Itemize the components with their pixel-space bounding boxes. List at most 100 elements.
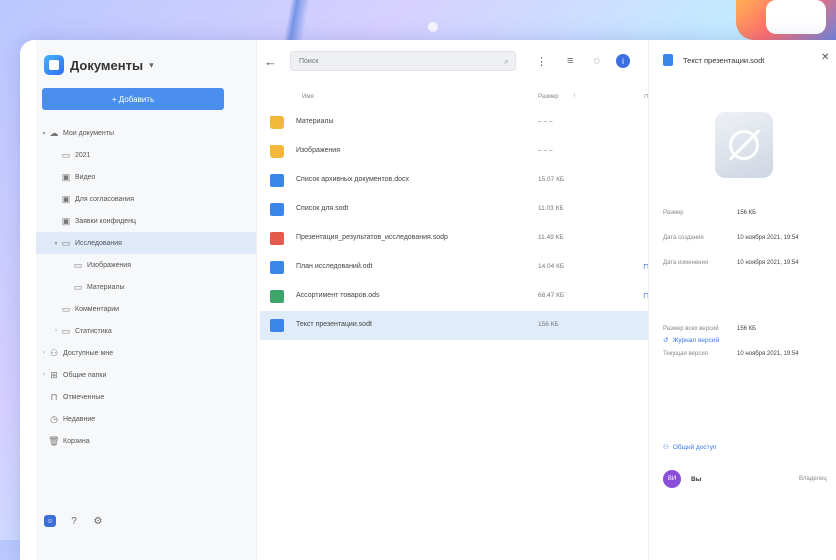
sidebar-item[interactable]: ▭ Изображения <box>36 254 256 276</box>
sidebar-item-label: Изображения <box>87 261 131 269</box>
trash-icon: 🗑 <box>48 435 60 446</box>
expand-arrow-icon[interactable]: › <box>52 328 60 334</box>
sidebar-item-label: Исследования <box>75 239 122 247</box>
file-icon <box>270 261 284 274</box>
sidebar-item[interactable]: ▣ Видео <box>36 166 256 188</box>
version-history-label: Журнал версий <box>672 336 720 344</box>
app-title: Документы <box>70 57 144 73</box>
sidebar-footer: ☺ ? ⚙ <box>44 515 104 527</box>
app-switcher[interactable]: Документы ▾ <box>44 54 154 76</box>
folder-icon: ▭ <box>73 259 83 270</box>
info-icon[interactable]: i <box>615 54 630 68</box>
avatar: ВИ <box>663 470 681 488</box>
table-row[interactable]: Текст презентации.sodt 156 КБ <box>260 311 658 340</box>
panel-file-title: Текст презентации.sodt <box>683 55 765 65</box>
property-value: 10 ноября 2021, 19:54 <box>737 351 799 357</box>
clock-icon: ◷ <box>50 413 58 424</box>
sort-icon[interactable]: ≡ <box>567 55 573 67</box>
sidebar-item[interactable]: 🗑 Корзина <box>36 430 256 452</box>
users-icon: ⚇ <box>49 347 59 358</box>
property-value: 10 ноября 2021, 19:54 <box>737 260 799 266</box>
file-size: 14.04 КБ <box>538 263 565 270</box>
close-icon[interactable]: ✕ <box>821 52 829 63</box>
table-row[interactable]: Презентация_результатов_исследования.sod… <box>260 224 658 253</box>
file-size: 68.47 КБ <box>538 292 565 299</box>
column-size-header[interactable]: Размер <box>538 94 559 100</box>
more-vertical-icon[interactable]: ⋮ <box>536 55 547 68</box>
property-value: 156 КБ <box>737 210 757 216</box>
column-name-header[interactable]: Имя <box>302 94 314 100</box>
sidebar-item-label: Статистика <box>75 327 112 335</box>
shared-icon: ⊞ <box>50 369 58 380</box>
file-size: 15.07 КБ <box>538 176 565 183</box>
file-rows: Материалы – – – Изображения – – – Список арх… <box>260 108 658 340</box>
sidebar: Документы ▾ + Добавить ▾ ☁ Мои документы ▭ 2… <box>36 40 257 560</box>
file-name: Презентация_результатов_исследования.sod… <box>296 234 448 241</box>
sidebar-item-label: Недавние <box>63 415 96 423</box>
sidebar-item[interactable]: ▣ Заявки конфиденц <box>36 210 256 232</box>
sidebar-item[interactable]: ▾ ▭ Исследования <box>36 232 256 254</box>
sidebar-item[interactable]: ⊓ Отмеченные <box>36 386 256 408</box>
toolbar: ← ⌕ ⋮ ≡ ◌ i <box>256 48 648 74</box>
documents-logo-icon <box>44 55 64 75</box>
folder-icon: ▭ <box>61 325 71 336</box>
details-panel: Текст презентации.sodt ✕ Размер 156 КБ Дат… <box>648 40 836 560</box>
panel-header: Текст презентации.sodt <box>663 54 764 66</box>
sidebar-item-label: Корзина <box>63 437 90 445</box>
sort-arrow-icon[interactable]: ↑ <box>573 93 576 99</box>
table-row[interactable]: Материалы – – – <box>260 108 658 137</box>
version-history-link[interactable]: ↺ Журнал версий <box>663 336 720 345</box>
sidebar-item[interactable]: › ▭ Статистика <box>36 320 256 342</box>
expand-arrow-icon[interactable]: ▾ <box>40 130 48 137</box>
sidebar-item-label: 2021 <box>75 151 91 159</box>
user-icon[interactable]: ☺ <box>44 515 56 527</box>
file-size: 11.49 КБ <box>538 234 564 241</box>
sidebar-item-label: Мои документы <box>63 129 115 137</box>
back-arrow-icon[interactable]: ← <box>264 54 278 69</box>
sidebar-item[interactable]: ▭ 2021 <box>36 144 256 166</box>
file-name: Ассортимент товаров.ods <box>296 292 380 299</box>
folder-icon: ▭ <box>61 149 71 160</box>
table-header: Имя Размер ↑ ⊓ <box>260 90 649 104</box>
property-value: 10 ноября 2021, 19:54 <box>737 235 799 241</box>
folder-icon <box>270 116 284 129</box>
property-label: Текущая версия <box>663 351 708 357</box>
search-box[interactable]: ⌕ <box>290 51 516 71</box>
file-preview-thumbnail <box>715 112 773 178</box>
table-row[interactable]: Список архивных документов.docx 15.07 КБ <box>260 166 658 195</box>
add-button[interactable]: + Добавить <box>42 88 224 110</box>
file-icon <box>270 174 284 187</box>
sidebar-item[interactable]: ▭ Материалы <box>36 276 256 298</box>
file-name: Текст презентации.sodt <box>296 321 372 328</box>
owner-role: Владелец <box>799 476 827 482</box>
file-name: План исследований.odt <box>296 263 373 270</box>
document-icon <box>663 54 673 66</box>
sharing-label: Общий доступ <box>672 443 717 451</box>
sidebar-item[interactable]: ▾ ☁ Мои документы <box>36 122 256 144</box>
view-toggle-icon[interactable]: ◌ <box>593 55 600 67</box>
sidebar-item[interactable]: ▣ Для согласования <box>36 188 256 210</box>
app-window: Документы ▾ + Добавить ▾ ☁ Мои документы ▭ 2… <box>20 40 836 560</box>
expand-arrow-icon[interactable]: › <box>40 350 48 356</box>
table-row[interactable]: Список для.sodt 11.03 КБ <box>260 195 658 224</box>
sidebar-item[interactable]: › ⊞ Общие папки <box>36 364 256 386</box>
sidebar-item[interactable]: › ⚇ Доступные мне <box>36 342 256 364</box>
search-input[interactable] <box>297 56 504 66</box>
help-icon[interactable]: ? <box>68 515 80 527</box>
expand-arrow-icon[interactable]: › <box>40 372 48 378</box>
settings-icon[interactable]: ⚙ <box>92 515 104 527</box>
table-row[interactable]: Изображения – – – <box>260 137 658 166</box>
file-icon <box>270 290 284 303</box>
table-row[interactable]: Ассортимент товаров.ods 68.47 КБ ⊓ <box>260 282 658 311</box>
sidebar-item[interactable]: ▭ Комментарии <box>36 298 256 320</box>
sidebar-item[interactable]: ◷ Недавние <box>36 408 256 430</box>
table-row[interactable]: План исследований.odt 14.04 КБ ⊓ <box>260 253 658 282</box>
file-size: – – – <box>538 147 553 154</box>
file-size: 11.03 КБ <box>538 205 564 212</box>
sharing-link[interactable]: ⚇ Общий доступ <box>663 443 717 452</box>
owner-row: ВИ Вы Владелец <box>663 470 836 490</box>
expand-arrow-icon[interactable]: ▾ <box>52 240 60 247</box>
shared-folder-icon: ▣ <box>61 193 71 204</box>
search-icon[interactable]: ⌕ <box>504 56 509 67</box>
app-icon-decoration <box>736 0 836 40</box>
